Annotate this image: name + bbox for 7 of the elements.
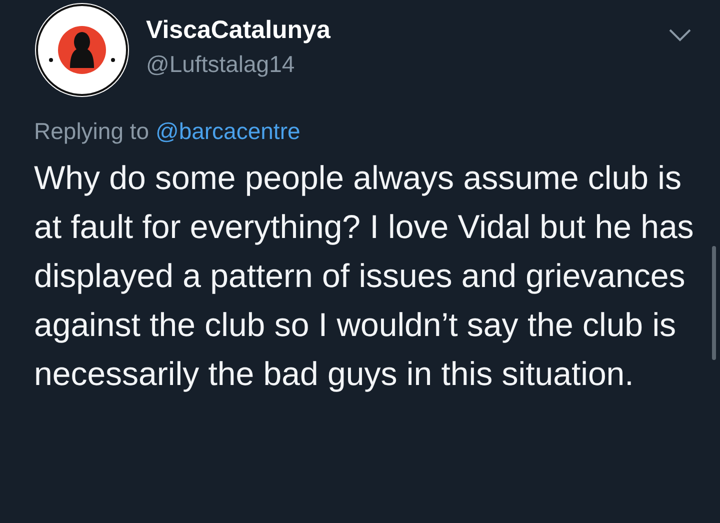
replying-to-text: Replying to @barcacentre [34, 118, 302, 145]
display-name[interactable]: ViscaCatalunya [146, 16, 652, 45]
mention-link[interactable]: @barcacentre [155, 118, 300, 144]
chevron-down-icon[interactable] [668, 28, 692, 42]
user-handle: @Luftstalag14 [146, 51, 296, 78]
scrollbar-thumb[interactable] [712, 246, 716, 360]
tweet-text: Why do some people always assume club is at fault for everything? I love Vidal but he has displayed a pattern of issues and grievances against the club so I wouldn’t say the club is necessarily the bad guys in this situation. [34, 158, 695, 394]
